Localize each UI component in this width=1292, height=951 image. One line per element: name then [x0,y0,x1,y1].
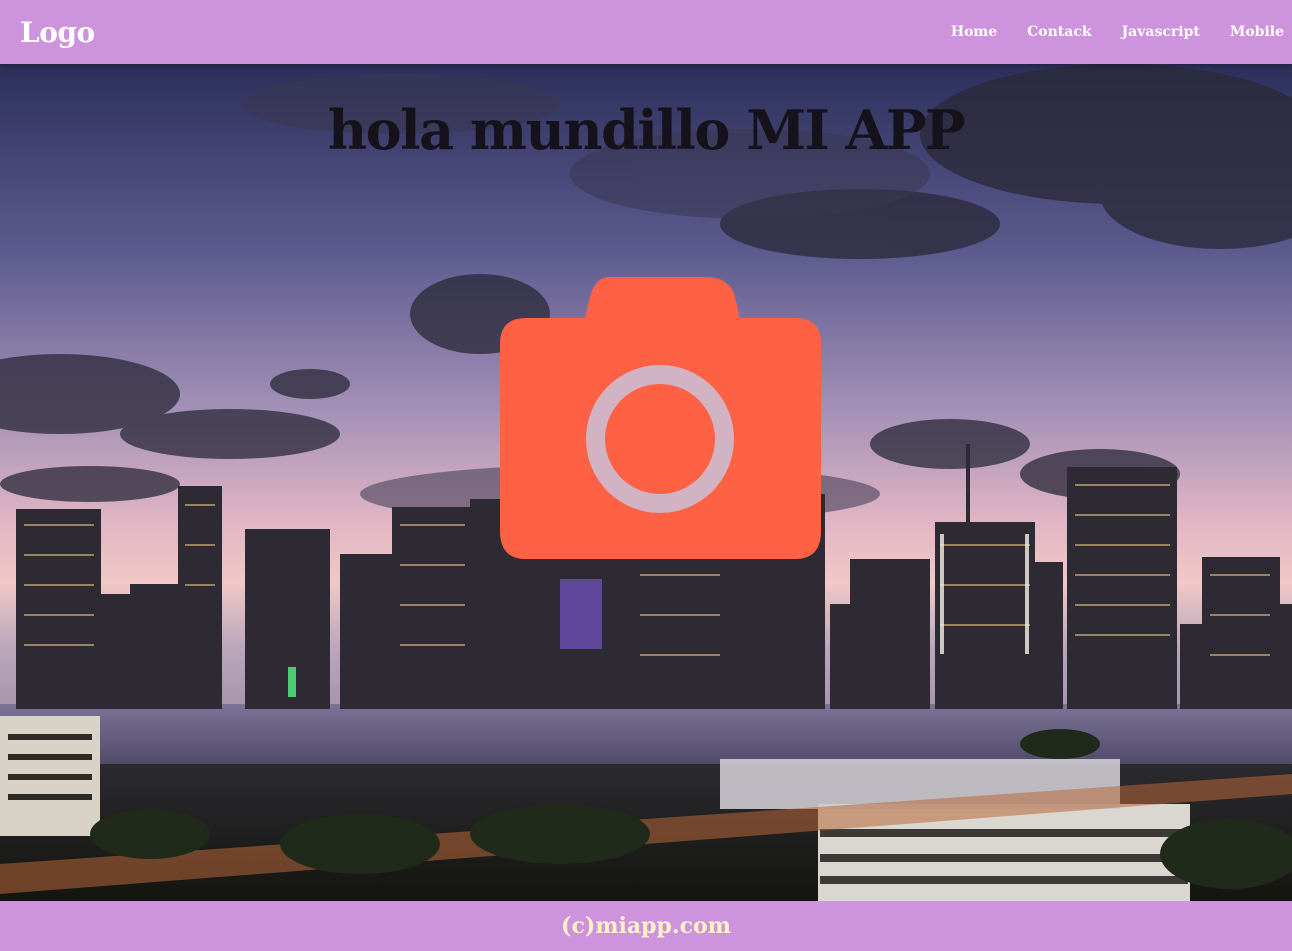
page-title: hola mundillo MI APP [327,98,966,162]
hero-section [0,64,1292,901]
nav-link-javascript[interactable]: Javascript [1122,24,1200,40]
nav-link-home[interactable]: Home [951,24,997,40]
footer-copyright: (c)miapp.com [561,913,731,939]
main-nav: Home Contack Javascript Mobile [951,24,1284,40]
nav-link-contack[interactable]: Contack [1027,24,1091,40]
top-nav-bar: Logo Home Contack Javascript Mobile [0,0,1292,64]
footer: (c)miapp.com [0,901,1292,951]
nav-link-mobile[interactable]: Mobile [1230,24,1284,40]
camera-icon[interactable] [500,277,821,559]
logo[interactable]: Logo [20,16,95,49]
